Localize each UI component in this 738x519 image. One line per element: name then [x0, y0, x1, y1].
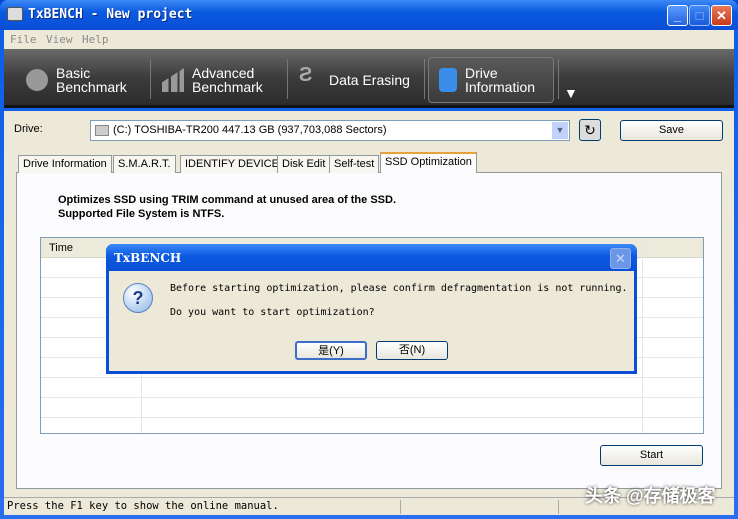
bar-chart-icon	[162, 68, 184, 92]
drive-select[interactable]: (C:) TOSHIBA-TR200 447.13 GB (937,703,08…	[90, 120, 570, 141]
no-button[interactable]: 否(N)	[376, 341, 448, 360]
dialog-body: ? Before starting optimization, please c…	[109, 271, 634, 371]
confirm-dialog: TxBENCH ✕ ? Before starting optimization…	[106, 244, 637, 374]
column-header-time[interactable]: Time	[49, 242, 73, 254]
dialog-message: Before starting optimization, please con…	[170, 283, 628, 294]
description-fs: Supported File System is NTFS.	[58, 208, 225, 220]
drive-select-value: (C:) TOSHIBA-TR200 447.13 GB (937,703,08…	[113, 124, 387, 136]
tool-label: Benchmark	[56, 79, 127, 95]
description: Optimizes SSD using TRIM command at unus…	[58, 194, 396, 206]
main-toolbar: Basic Benchmark Advanced Benchmark Ƨ Data …	[4, 49, 734, 108]
start-button[interactable]: Start	[600, 445, 703, 466]
tool-label: Benchmark	[192, 79, 263, 95]
tab-drive-information[interactable]: Drive Information	[18, 155, 112, 173]
tab-disk-edit[interactable]: Disk Edit	[277, 155, 331, 173]
stopwatch-icon	[26, 69, 48, 91]
title-bar: TxBENCH - New project _ □ ✕	[0, 0, 738, 30]
question-icon: ?	[123, 283, 153, 313]
column-divider	[642, 238, 643, 433]
maximize-button[interactable]: □	[689, 5, 710, 26]
basic-benchmark-button[interactable]: Basic Benchmark	[16, 57, 146, 103]
refresh-icon: ↻	[584, 122, 596, 138]
tab-smart[interactable]: S.M.A.R.T.	[113, 155, 176, 173]
tool-label: Data Erasing	[329, 72, 410, 88]
separator	[424, 59, 425, 99]
status-divider	[400, 500, 401, 514]
app-icon	[7, 7, 23, 21]
dialog-title: TxBENCH	[114, 251, 182, 265]
eraser-icon: Ƨ	[299, 64, 313, 86]
tab-identify-device[interactable]: IDENTIFY DEVICE	[180, 155, 284, 173]
minimize-button[interactable]: _	[667, 5, 688, 26]
drive-info-icon	[439, 68, 457, 92]
save-button[interactable]: Save	[620, 120, 723, 141]
refresh-button[interactable]: ↻	[579, 119, 601, 141]
close-button[interactable]: ✕	[711, 5, 732, 26]
dialog-close-button[interactable]: ✕	[610, 248, 631, 269]
menu-view[interactable]: View	[46, 33, 73, 46]
menu-bar: File View Help	[4, 30, 734, 49]
menu-file[interactable]: File	[10, 33, 37, 46]
separator	[287, 59, 288, 99]
separator	[150, 59, 151, 99]
yes-button[interactable]: 是(Y)	[295, 341, 367, 360]
drive-icon	[95, 125, 109, 136]
drive-label: Drive:	[14, 123, 43, 135]
window-title: TxBENCH - New project	[28, 7, 193, 22]
tab-self-test[interactable]: Self-test	[329, 155, 380, 173]
separator	[558, 59, 559, 99]
status-text: Press the F1 key to show the online manu…	[7, 500, 279, 512]
tab-ssd-optimization[interactable]: SSD Optimization	[380, 152, 477, 173]
more-dropdown-icon[interactable]: ▼	[564, 85, 578, 101]
chevron-down-icon[interactable]: ▼	[552, 122, 568, 139]
status-divider	[558, 500, 559, 514]
data-erasing-button[interactable]: Ƨ Data Erasing	[289, 57, 419, 103]
dialog-title-bar: TxBENCH ✕	[106, 244, 637, 271]
tool-label: Information	[465, 79, 536, 95]
drive-information-button[interactable]: Drive Information	[428, 57, 554, 103]
dialog-question: Do you want to start optimization?	[170, 307, 375, 318]
watermark: 头条 @存储极客	[585, 486, 716, 506]
menu-help[interactable]: Help	[82, 33, 109, 46]
advanced-benchmark-button[interactable]: Advanced Benchmark	[152, 57, 282, 103]
